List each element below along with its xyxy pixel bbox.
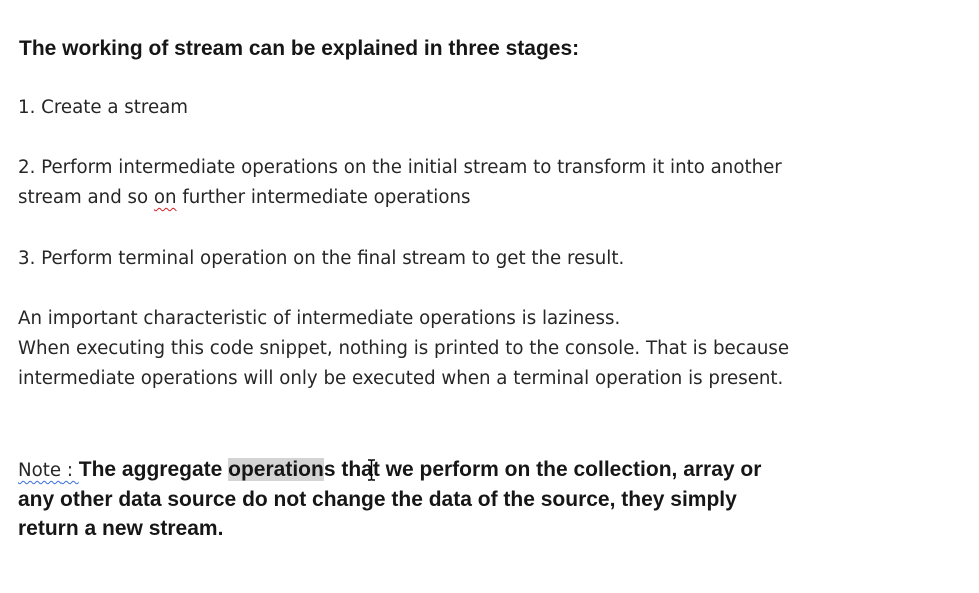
step-3-text: 3. Perform terminal operation on the fin… <box>18 248 625 269</box>
step-2-line-2-after: further intermediate operations <box>176 187 471 208</box>
step-2-line-2-before: stream and so <box>18 187 154 208</box>
note-label: Note : <box>18 460 79 481</box>
note-label-separator: : <box>61 460 79 481</box>
grammar-flagged-note-label[interactable]: Note : <box>18 460 79 481</box>
note-line-2: any other data source do not change the … <box>18 488 737 511</box>
note-paragraph: Note : The aggregate operations that we … <box>18 455 918 543</box>
spelling-flagged-word[interactable]: on <box>154 187 177 208</box>
laziness-line-1: An important characteristic of intermedi… <box>18 308 621 329</box>
step-1-paragraph: 1. Create a stream <box>18 93 188 123</box>
step-3-paragraph: 3. Perform terminal operation on the fin… <box>18 244 624 274</box>
section-heading: The working of stream can be explained i… <box>19 37 580 60</box>
step-2-line-1: 2. Perform intermediate operations on th… <box>18 157 782 178</box>
note-rest-line-1: s that we perform on the collection, arr… <box>323 458 762 481</box>
step-1-text: 1. Create a stream <box>18 97 189 118</box>
selected-text[interactable]: operation <box>228 458 324 481</box>
laziness-line-3: intermediate operations will only be exe… <box>18 368 784 389</box>
laziness-paragraph: An important characteristic of intermedi… <box>18 304 789 394</box>
step-2-paragraph: 2. Perform intermediate operations on th… <box>18 153 782 213</box>
laziness-line-2: When executing this code snippet, nothin… <box>18 338 790 359</box>
note-line-3: return a new stream. <box>18 517 224 540</box>
document-page[interactable]: The working of stream can be explained i… <box>0 0 979 593</box>
note-lead-text: The aggregate <box>78 458 229 481</box>
note-label-word: Note <box>18 460 62 481</box>
